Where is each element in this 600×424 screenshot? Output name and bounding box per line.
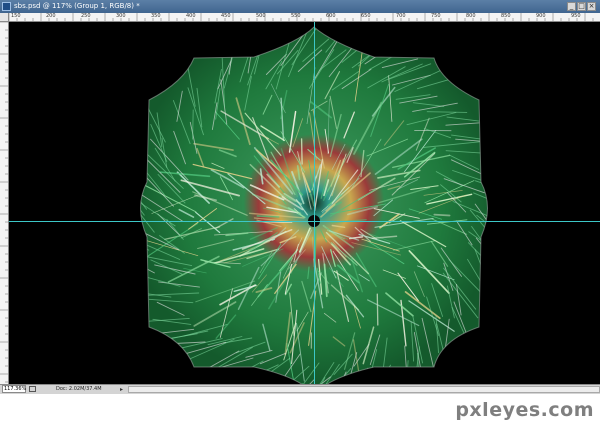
document-size-info[interactable]: Doc: 2.02M/37.4M [56,385,102,393]
vertical-guide[interactable] [314,22,315,384]
horizontal-ruler[interactable]: 150 200 250 300 350 400 450 500 550 600 650 700 750 8… [9,13,600,22]
ruler-label: 950 [571,13,581,19]
minimize-button[interactable]: _ [567,2,576,11]
ruler-corner[interactable] [0,13,9,22]
kaleidoscope-ray [376,293,379,326]
document-window: sbs.psd @ 117% (Group 1, RGB/8) * _ □ × … [0,0,600,394]
ruler-label: 900 [536,13,546,19]
ruler-label: 400 [186,13,196,19]
kaleidoscope-fiber [373,364,392,384]
document-canvas[interactable] [9,22,600,384]
vertical-ruler[interactable] [0,22,9,384]
window-title: sbs.psd @ 117% (Group 1, RGB/8) * [14,2,140,10]
kaleidoscope-ray [300,138,303,165]
kaleidoscope-artwork [140,26,488,384]
ruler-ticks [9,13,594,21]
ruler-label: 500 [256,13,266,19]
watermark-logo: pxleyes.com [455,399,594,421]
horizontal-guide[interactable] [9,221,600,222]
ruler-label: 850 [501,13,511,19]
status-menu-arrow[interactable]: ▸ [120,386,123,393]
close-button[interactable]: × [587,2,596,11]
horizontal-scrollbar[interactable] [128,386,600,393]
ruler-label: 450 [221,13,231,19]
status-bar: 117.36% Doc: 2.02M/37.4M ▸ [0,384,600,394]
kaleidoscope-fiber [140,225,150,251]
ruler-label: 350 [151,13,161,19]
ruler-label: 650 [361,13,371,19]
ruler-label: 750 [431,13,441,19]
kaleidoscope-fiber [361,370,376,384]
ruler-label: 550 [291,13,301,19]
title-bar[interactable]: sbs.psd @ 117% (Group 1, RGB/8) * _ □ × [0,0,600,13]
ruler-label: 200 [46,13,56,19]
zoom-field[interactable]: 117.36% [2,385,26,393]
document-icon [2,2,11,11]
ruler-label: 700 [396,13,406,19]
ruler-label: 300 [116,13,126,19]
ruler-label: 600 [326,13,336,19]
ruler-label: 800 [466,13,476,19]
ruler-label: 250 [81,13,91,19]
ruler-label: 150 [11,13,21,19]
vertical-ruler-ticks [0,22,8,383]
kaleidoscope-ray [433,213,451,217]
kaleidoscope-fiber [192,109,194,140]
maximize-button[interactable]: □ [577,2,586,11]
document-info-icon[interactable] [29,386,36,392]
